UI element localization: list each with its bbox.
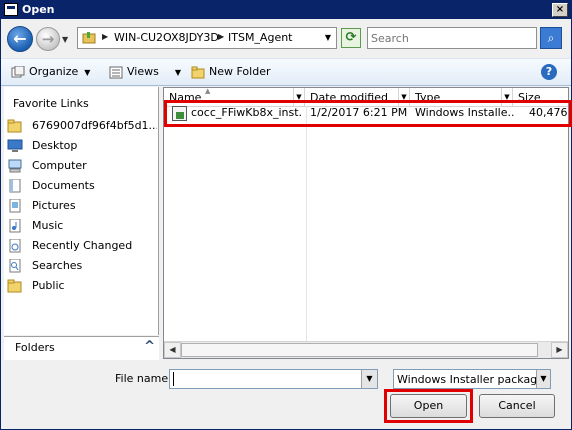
sidebar-item-desktop[interactable]: Desktop — [7, 137, 157, 155]
chevron-up-icon: ^ — [144, 339, 155, 354]
file-name-field[interactable]: ▼ — [169, 369, 378, 389]
sidebar-item-documents[interactable]: Documents — [7, 177, 157, 195]
new-folder-label: New Folder — [209, 65, 271, 78]
sidebar-item-label: Searches — [32, 259, 83, 272]
file-type-dropdown[interactable]: ▼ — [536, 370, 550, 388]
views-label: Views — [127, 65, 159, 78]
new-folder-button[interactable]: New Folder — [191, 65, 270, 79]
search-input[interactable] — [367, 27, 537, 49]
navigation-pane: Favorite Links 6769007df96f4bf5d1... Des… — [4, 87, 159, 335]
address-bar[interactable]: ▶ WIN-CU2OX8JDY3D ▶ ITSM_Agent ▼ — [77, 27, 337, 49]
help-button[interactable]: ? — [541, 64, 557, 80]
sidebar-item-label: Music — [32, 219, 64, 232]
window-title: Open — [22, 3, 55, 16]
open-dialog: Open × ← → ▼ ▶ WIN-CU2OX8JDY3D ▶ ITSM_Ag… — [0, 0, 572, 430]
navigation-bar: ← → ▼ ▶ WIN-CU2OX8JDY3D ▶ ITSM_Agent ▼ ⟳… — [1, 19, 571, 57]
chevron-down-icon: ▼ — [174, 68, 181, 77]
recent-icon — [9, 239, 21, 253]
horizontal-scrollbar[interactable]: ◀ ▶ — [164, 341, 568, 358]
sidebar-item-label: Desktop — [32, 139, 78, 152]
views-button[interactable]: Views ▼ — [109, 65, 181, 79]
folder-icon — [82, 32, 96, 44]
recent-pages-dropdown[interactable]: ▼ — [62, 35, 68, 44]
text-cursor — [173, 372, 174, 386]
sidebar-item-label: Public — [32, 279, 65, 292]
sort-indicator-icon: ▲ — [205, 87, 211, 95]
back-button[interactable]: ← — [7, 26, 33, 52]
organize-label: Organize — [29, 65, 79, 78]
music-icon — [9, 219, 21, 233]
file-list: Name ▲ ▼ Date modified ▼ Type ▼ Size coc… — [163, 87, 569, 359]
new-folder-icon — [191, 66, 205, 78]
search-button[interactable]: ⌕ — [540, 27, 562, 49]
sidebar-item-pictures[interactable]: Pictures — [7, 197, 157, 215]
computer-icon — [8, 159, 22, 173]
desktop-icon — [7, 139, 23, 152]
sidebar-item-label: Pictures — [32, 199, 76, 212]
folders-toggle[interactable]: Folders ^ — [4, 336, 159, 360]
column-divider — [306, 106, 307, 342]
scroll-right-button[interactable]: ▶ — [551, 342, 568, 358]
breadcrumb-item[interactable]: WIN-CU2OX8JDY3D — [114, 31, 219, 44]
organize-button[interactable]: Organize ▼ — [11, 65, 90, 79]
organize-icon — [11, 65, 25, 77]
window-icon — [4, 3, 18, 16]
chevron-down-icon: ▼ — [84, 68, 91, 77]
folder-icon — [7, 119, 22, 133]
file-name-label: File name: — [115, 372, 172, 385]
sidebar-item-computer[interactable]: Computer — [7, 157, 157, 175]
breadcrumb-separator[interactable]: ▶ — [102, 32, 108, 41]
file-name-dropdown[interactable]: ▼ — [361, 370, 377, 388]
sidebar-item-recently-changed[interactable]: Recently Changed — [7, 237, 157, 255]
sidebar-item-label: Documents — [32, 179, 95, 192]
selection-highlight — [164, 100, 572, 127]
sidebar-item-label: 6769007df96f4bf5d1... — [32, 119, 157, 132]
file-type-value: Windows Installer packages ( — [397, 373, 551, 386]
breadcrumb-item[interactable]: ITSM_Agent — [228, 31, 293, 44]
open-button-highlight — [384, 389, 473, 423]
refresh-button[interactable]: ⟳ — [341, 28, 361, 48]
forward-button[interactable]: → — [36, 27, 60, 51]
sidebar-item-public[interactable]: Public — [7, 277, 157, 295]
sidebar-item-label: Recently Changed — [32, 239, 133, 252]
title-bar: Open × — [1, 1, 571, 19]
sidebar-item-folder[interactable]: 6769007df96f4bf5d1... — [7, 117, 157, 135]
address-dropdown[interactable]: ▼ — [325, 33, 331, 42]
pictures-icon — [9, 199, 21, 213]
folder-icon — [7, 279, 22, 293]
sidebar-item-music[interactable]: Music — [7, 217, 157, 235]
documents-icon — [9, 179, 21, 193]
views-icon — [109, 66, 123, 78]
scroll-left-button[interactable]: ◀ — [164, 342, 181, 358]
scrollbar-thumb[interactable] — [181, 343, 538, 357]
sidebar-item-label: Computer — [32, 159, 87, 172]
file-type-select[interactable]: Windows Installer packages ( ▼ — [393, 369, 551, 389]
searches-icon — [9, 259, 21, 273]
cancel-button[interactable]: Cancel — [479, 394, 555, 418]
folders-label: Folders — [15, 341, 55, 354]
breadcrumb-separator[interactable]: ▶ — [218, 32, 224, 41]
close-button[interactable]: × — [552, 3, 568, 17]
sidebar-item-searches[interactable]: Searches — [7, 257, 157, 275]
toolbar: Organize ▼ Views ▼ New Folder ? — [1, 58, 571, 86]
favorite-links-title: Favorite Links — [13, 97, 89, 110]
